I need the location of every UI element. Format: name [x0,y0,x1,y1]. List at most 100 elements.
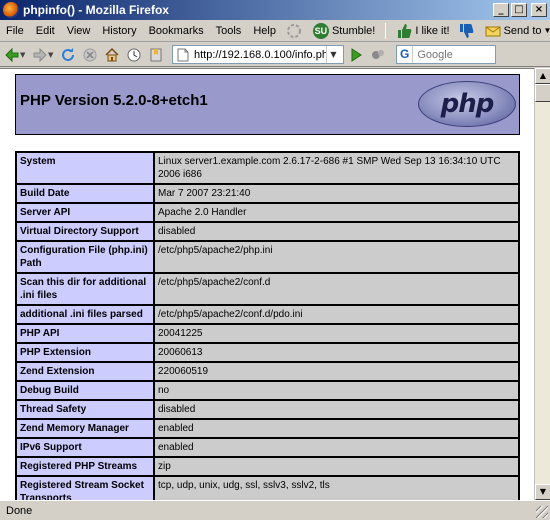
menu-edit[interactable]: Edit [30,25,61,37]
send-to-dropdown-icon: ▼ [543,26,550,35]
row-key: System [16,152,154,184]
bookmarks-icon [150,48,162,61]
minimize-button[interactable]: _ [493,3,509,17]
stumbleupon-icon: SU [312,22,329,39]
row-key: Build Date [16,184,154,203]
send-envelope-icon [485,26,501,36]
row-value: /etc/php5/apache2/conf.d/pdo.ini [154,305,519,324]
thumbs-up-icon [398,23,412,38]
back-button[interactable] [2,45,22,65]
url-history-dropdown-icon[interactable]: ▼ [326,46,340,63]
table-row: Virtual Directory Support disabled [16,222,519,241]
url-input[interactable] [194,48,326,61]
reload-button[interactable] [58,45,78,65]
close-button[interactable]: × [531,3,547,17]
forward-history-dropdown-icon[interactable]: ▼ [48,51,56,59]
row-value: 20041225 [154,324,519,343]
home-icon [105,47,119,61]
bookmarks-button[interactable] [146,45,166,65]
status-text: Done [6,504,33,517]
menu-help[interactable]: Help [247,25,282,37]
forward-button[interactable] [30,45,50,65]
phpinfo-table: System Linux server1.example.com 2.6.17-2… [15,151,520,500]
dislike-button[interactable] [454,23,481,39]
row-value: tcp, udp, unix, udg, ssl, sslv3, sslv2, … [154,476,519,500]
table-row: Build Date Mar 7 2007 23:21:40 [16,184,519,203]
menu-view[interactable]: View [61,25,97,37]
table-row: IPv6 Support enabled [16,438,519,457]
firefox-icon [3,2,19,18]
scroll-thumb[interactable] [535,84,550,102]
page-viewport[interactable]: PHP Version 5.2.0-8+etch1 php System Linu… [0,68,534,500]
php-logo[interactable]: php [418,81,516,127]
google-engine-icon[interactable]: G [397,46,414,63]
php-version-header: PHP Version 5.2.0-8+etch1 php [15,74,520,135]
like-label: I like it! [415,24,450,37]
status-bar: Done [0,500,550,520]
row-value: disabled [154,222,519,241]
home-button[interactable] [102,45,122,65]
maximize-button[interactable]: □ [511,3,527,17]
table-row: Debug Build no [16,381,519,400]
table-row: System Linux server1.example.com 2.6.17-2… [16,152,519,184]
row-key: additional .ini files parsed [16,305,154,324]
table-row: additional .ini files parsed/etc/php5/ap… [16,305,519,324]
like-button[interactable]: I like it! [392,23,453,39]
send-to-label: Send to [503,24,542,37]
table-row: Zend Memory Manager enabled [16,419,519,438]
navigation-toolbar: ▼ ▼ ▼ G [0,43,550,67]
row-value: 20060613 [154,343,519,362]
scroll-down-button[interactable]: ▼ [535,484,550,500]
row-value: enabled [154,438,519,457]
thumbs-down-icon [459,23,473,38]
row-value: no [154,381,519,400]
puzzle-icon [372,49,384,59]
menu-tools[interactable]: Tools [210,25,248,37]
row-value: /etc/php5/apache2/conf.d [154,273,519,305]
stop-button[interactable] [80,45,100,65]
table-row: Scan this dir for additional .ini files /… [16,273,519,305]
reload-icon [62,47,74,61]
row-key: Registered PHP Streams [16,457,154,476]
scroll-up-button[interactable]: ▲ [535,68,550,84]
row-key: PHP Extension [16,343,154,362]
stumble-label: Stumble! [331,24,376,37]
search-input[interactable] [417,48,478,61]
php-version-title: PHP Version 5.2.0-8+etch1 [20,92,208,109]
send-to-button[interactable]: Send to ▼ [481,23,550,39]
row-value: Apache 2.0 Handler [154,203,519,222]
row-key: Server API [16,203,154,222]
row-key: IPv6 Support [16,438,154,457]
search-bar[interactable]: G [396,45,496,64]
page-icon [177,48,189,61]
row-value: Mar 7 2007 23:21:40 [154,184,519,203]
go-arrow-icon [351,47,362,62]
menu-bookmarks[interactable]: Bookmarks [143,25,210,37]
menu-file[interactable]: File [0,25,30,37]
window-title-bar: phpinfo() - Mozilla Firefox _ □ × [0,0,550,20]
menu-history[interactable]: History [96,25,142,37]
table-row: Configuration File (php.ini) Path/etc/ph… [16,241,519,273]
table-row: Server API Apache 2.0 Handler [16,203,519,222]
stumble-button[interactable]: SU Stumble! [309,22,379,39]
row-value: 220060519 [154,362,519,381]
table-row: Thread Safety disabled [16,400,519,419]
forward-arrow-icon [33,47,47,62]
vertical-scrollbar[interactable]: ▲ ▼ [534,68,550,500]
row-value: disabled [154,400,519,419]
url-bar[interactable]: ▼ [172,45,344,64]
row-key: Scan this dir for additional .ini files [16,273,154,305]
row-key: Virtual Directory Support [16,222,154,241]
menu-bar: File Edit View History Bookmarks Tools H… [0,20,550,42]
go-button[interactable] [346,45,366,65]
back-arrow-icon [5,47,19,62]
row-value: /etc/php5/apache2/php.ini [154,241,519,273]
back-history-dropdown-icon[interactable]: ▼ [20,51,28,59]
row-key: Zend Extension [16,362,154,381]
extension-button[interactable] [368,45,388,65]
resize-grip[interactable] [536,506,548,518]
row-key: Configuration File (php.ini) Path [16,241,154,273]
php-logo-text: php [440,89,495,119]
toolbar-separator [385,22,387,39]
history-button[interactable] [124,45,144,65]
